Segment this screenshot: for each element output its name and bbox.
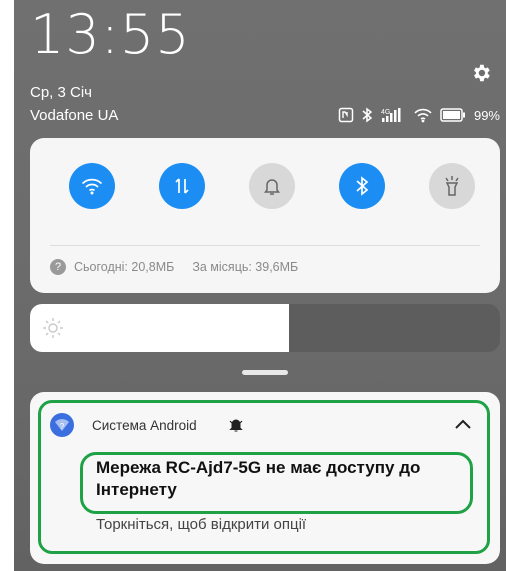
nfc-icon <box>338 107 354 123</box>
quick-settings-panel: ? Сьогодні: 20,8МБ За місяць: 39,6МБ <box>30 138 500 293</box>
bell-icon <box>264 179 280 195</box>
data-usage-row[interactable]: ? Сьогодні: 20,8МБ За місяць: 39,6МБ <box>50 259 298 275</box>
alert-bell-icon <box>229 419 243 432</box>
wifi-toggle[interactable] <box>69 163 115 209</box>
cellular-signal-icon: 4G <box>381 108 401 122</box>
mobile-data-toggle[interactable] <box>159 163 205 209</box>
clock: 13:55 <box>30 3 191 66</box>
usage-month: За місяць: 39,6МБ <box>192 260 299 274</box>
notification-app-name: Система Android <box>92 418 197 433</box>
sound-toggle[interactable] <box>249 163 295 209</box>
brightness-slider[interactable] <box>30 304 500 352</box>
svg-text:4G: 4G <box>381 109 390 116</box>
app-icon: ? <box>50 413 74 437</box>
flashlight-toggle[interactable] <box>429 163 475 209</box>
brightness-level <box>30 304 289 352</box>
flashlight-icon <box>445 176 459 196</box>
battery-percent: 99% <box>473 107 500 123</box>
date-label: Ср, 3 Січ <box>30 84 92 101</box>
chevron-up-icon[interactable] <box>454 417 472 431</box>
usage-today: Сьогодні: 20,8МБ <box>74 260 175 274</box>
battery-icon <box>440 108 465 122</box>
settings-gear-icon[interactable] <box>470 62 492 84</box>
status-bar-icons: 4G 99% <box>338 104 500 126</box>
notification-text: Торкніться, щоб відкрити опції <box>96 516 307 533</box>
bluetooth-toggle[interactable] <box>339 163 385 209</box>
bluetooth-icon <box>356 176 369 196</box>
notification-title: Мережа RC-Ajd7-5G не має доступу до Інте… <box>96 458 421 499</box>
data-transfer-icon <box>175 178 189 194</box>
drag-handle[interactable] <box>242 370 288 375</box>
wifi-question-icon: ? <box>55 419 69 431</box>
sun-icon <box>43 318 63 338</box>
divider <box>50 245 480 246</box>
svg-text:?: ? <box>60 422 65 431</box>
notification-card[interactable]: ? Система Android Мережа RC-Ajd7-5G не м… <box>30 392 500 564</box>
notification-shade: 13:55 Ср, 3 Січ Vodafone UA 4G 99% ? Сьо… <box>14 0 506 571</box>
wifi-icon <box>81 178 103 195</box>
carrier-label: Vodafone UA <box>30 107 119 124</box>
bluetooth-status-icon <box>362 107 372 123</box>
wifi-status-icon <box>414 108 432 123</box>
help-icon: ? <box>50 259 66 275</box>
